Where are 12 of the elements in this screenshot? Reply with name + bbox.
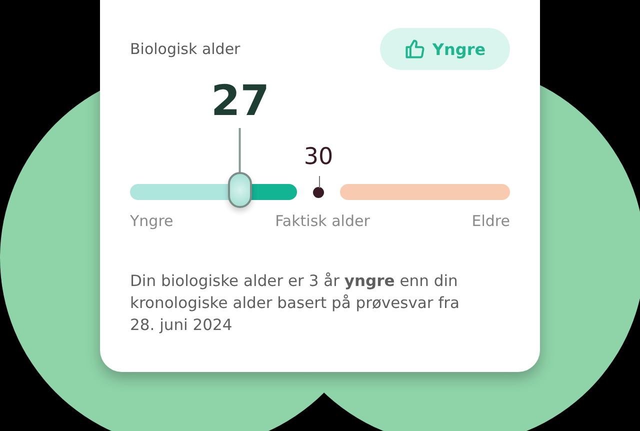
leader-line	[318, 176, 320, 188]
card-title: Biologisk alder	[130, 40, 240, 58]
scale-label: Eldre	[472, 212, 510, 230]
thumbs-up-icon	[404, 38, 426, 60]
actual-age-dot	[313, 186, 324, 198]
actual-age-value: 30	[304, 144, 334, 170]
description-text: Din biologiske alder er 3 år yngre enn din kronologiske alder basert på prøvesvar fra 28. juni 2024	[130, 271, 461, 336]
younger-badge[interactable]: Yngre	[380, 28, 510, 70]
slider-thumb[interactable]	[228, 172, 252, 208]
biological-age-value: 27	[211, 80, 270, 122]
scale-label: Faktisk alder	[275, 212, 370, 230]
scale-label: Yngre	[130, 212, 174, 230]
